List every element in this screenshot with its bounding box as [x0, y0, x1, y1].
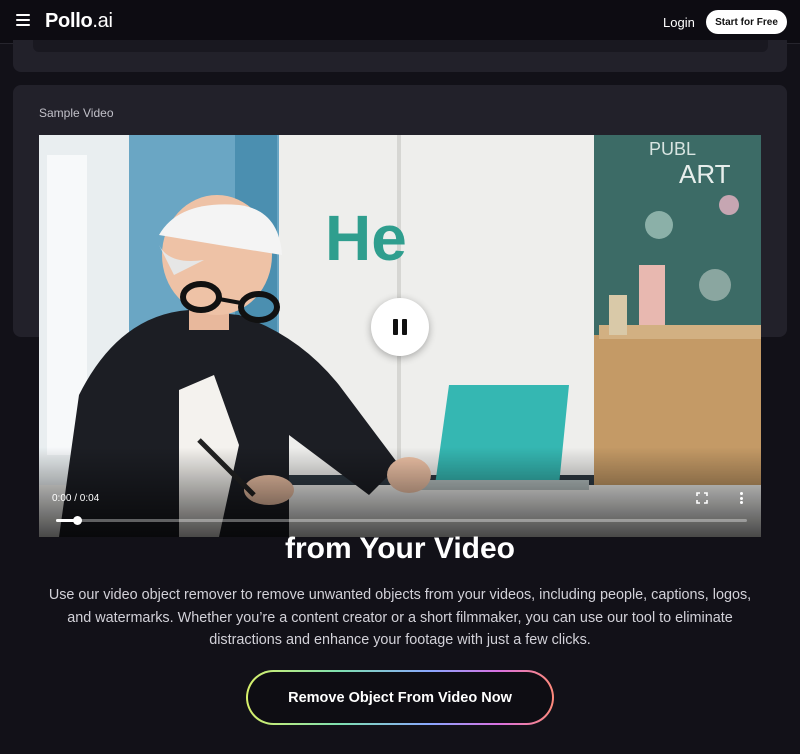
- progress-bar[interactable]: [56, 516, 747, 525]
- pause-button[interactable]: [371, 298, 429, 356]
- chalkboard-text-1: PUBL: [649, 139, 696, 159]
- video-player[interactable]: He PUBL ART 0:00 / 0:04: [39, 135, 761, 537]
- pause-icon-bar: [402, 319, 407, 335]
- progress-thumb[interactable]: [72, 516, 82, 525]
- whiteboard-text: He: [325, 202, 407, 274]
- start-for-free-button[interactable]: Start for Free: [706, 10, 787, 34]
- sample-video-label: Sample Video: [39, 106, 114, 120]
- logo-main: Pollo: [45, 10, 93, 32]
- more-vertical-icon[interactable]: [738, 491, 744, 505]
- chalkboard-text-2: ART: [679, 159, 731, 189]
- previous-card-inner: [33, 40, 768, 52]
- login-link[interactable]: Login: [663, 15, 695, 30]
- controls-overlay: [39, 447, 761, 537]
- fullscreen-icon[interactable]: [696, 492, 708, 504]
- video-time: 0:00 / 0:04: [52, 493, 100, 504]
- section-description: Use our video object remover to remove u…: [48, 587, 752, 648]
- remove-object-cta-button[interactable]: Remove Object From Video Now: [246, 670, 554, 725]
- pause-icon: [393, 319, 398, 335]
- logo[interactable]: Pollo.ai: [45, 10, 113, 33]
- logo-suffix: .ai: [92, 10, 113, 32]
- top-navbar: Pollo.ai Login Start for Free: [0, 0, 800, 44]
- menu-icon[interactable]: [16, 14, 30, 26]
- previous-card: [13, 40, 787, 72]
- cta-label: Remove Object From Video Now: [248, 672, 552, 723]
- section-headline: from Your Video: [284, 532, 516, 565]
